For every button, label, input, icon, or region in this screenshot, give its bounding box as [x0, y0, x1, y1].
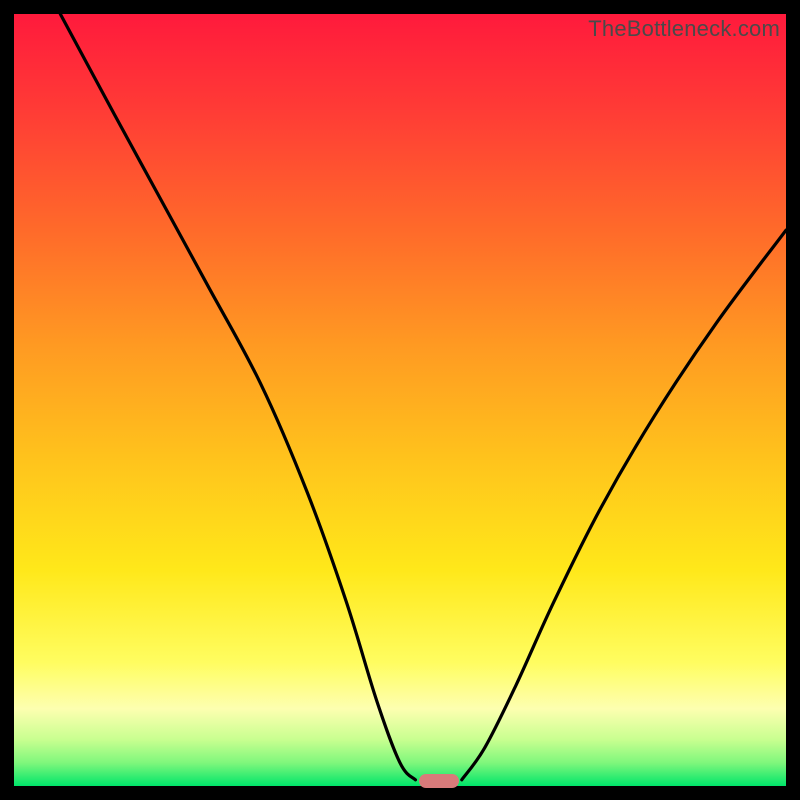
bottleneck-curve [14, 14, 786, 786]
curve-right-path [462, 230, 786, 780]
curve-left-path [60, 14, 415, 780]
optimum-marker [419, 774, 459, 788]
watermark-text: TheBottleneck.com [588, 16, 780, 42]
